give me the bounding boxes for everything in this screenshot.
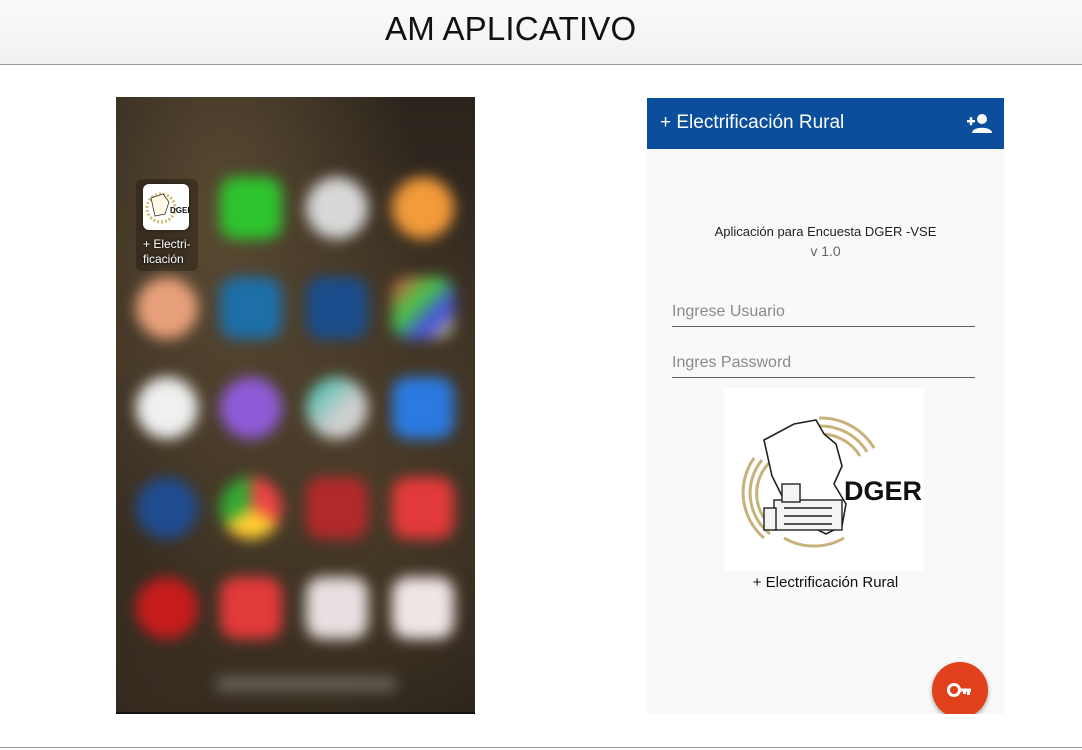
- dger-app-icon[interactable]: DGER: [143, 184, 189, 230]
- blurred-app-icon: [136, 377, 198, 439]
- blurred-app-icon: [220, 377, 282, 439]
- key-icon: [947, 683, 971, 697]
- blurred-app-icon: [220, 477, 282, 539]
- dger-logo: DGER: [724, 388, 924, 571]
- header-bar: AM APLICATIVO: [0, 0, 1082, 65]
- page-title: AM APLICATIVO: [385, 10, 637, 47]
- app-bar: + Electrificación Rural: [647, 98, 1004, 149]
- blurred-dock: [216, 677, 396, 691]
- screen-bottom-edge: [116, 712, 475, 714]
- blurred-app-icon: [136, 277, 198, 339]
- svg-text:DGER: DGER: [844, 476, 922, 506]
- svg-text:DGER: DGER: [170, 206, 189, 215]
- blurred-app-icon: [136, 577, 198, 639]
- add-user-icon[interactable]: [966, 111, 992, 135]
- blurred-app-icon: [220, 277, 282, 339]
- bottom-divider: [0, 747, 1082, 748]
- blurred-app-icon: [220, 577, 282, 639]
- blurred-app-icon: [306, 377, 368, 439]
- blurred-app-icon: [392, 577, 454, 639]
- username-input[interactable]: [672, 297, 975, 327]
- dger-app-shortcut[interactable]: DGER + Electri- ficación: [136, 179, 198, 271]
- login-fab-button[interactable]: [932, 662, 988, 714]
- logo-caption: + Electrificación Rural: [752, 574, 899, 591]
- password-input[interactable]: [672, 348, 975, 378]
- blurred-app-icon: [220, 177, 282, 239]
- login-screen: + Electrificación Rural Aplicación para …: [647, 98, 1004, 714]
- blurred-app-icon: [392, 377, 454, 439]
- app-bar-title: + Electrificación Rural: [660, 112, 845, 133]
- blurred-app-icon: [392, 477, 454, 539]
- blurred-app-icon: [306, 577, 368, 639]
- blurred-app-icon: [392, 177, 454, 239]
- home-screen-screenshot: DGER + Electri- ficación: [116, 97, 475, 714]
- blurred-app-icon: [306, 177, 368, 239]
- page: AM APLICATIVO DGE + Electri- ficación + …: [0, 0, 1082, 750]
- blurred-app-icon: [306, 277, 368, 339]
- blurred-app-icon: [136, 477, 198, 539]
- app-description: Aplicación para Encuesta DGER -VSE: [714, 224, 937, 239]
- app-label: + Electri- ficación: [143, 237, 191, 266]
- blurred-app-icon: [306, 477, 368, 539]
- app-version: v 1.0: [810, 243, 841, 259]
- blurred-app-icon: [392, 277, 454, 339]
